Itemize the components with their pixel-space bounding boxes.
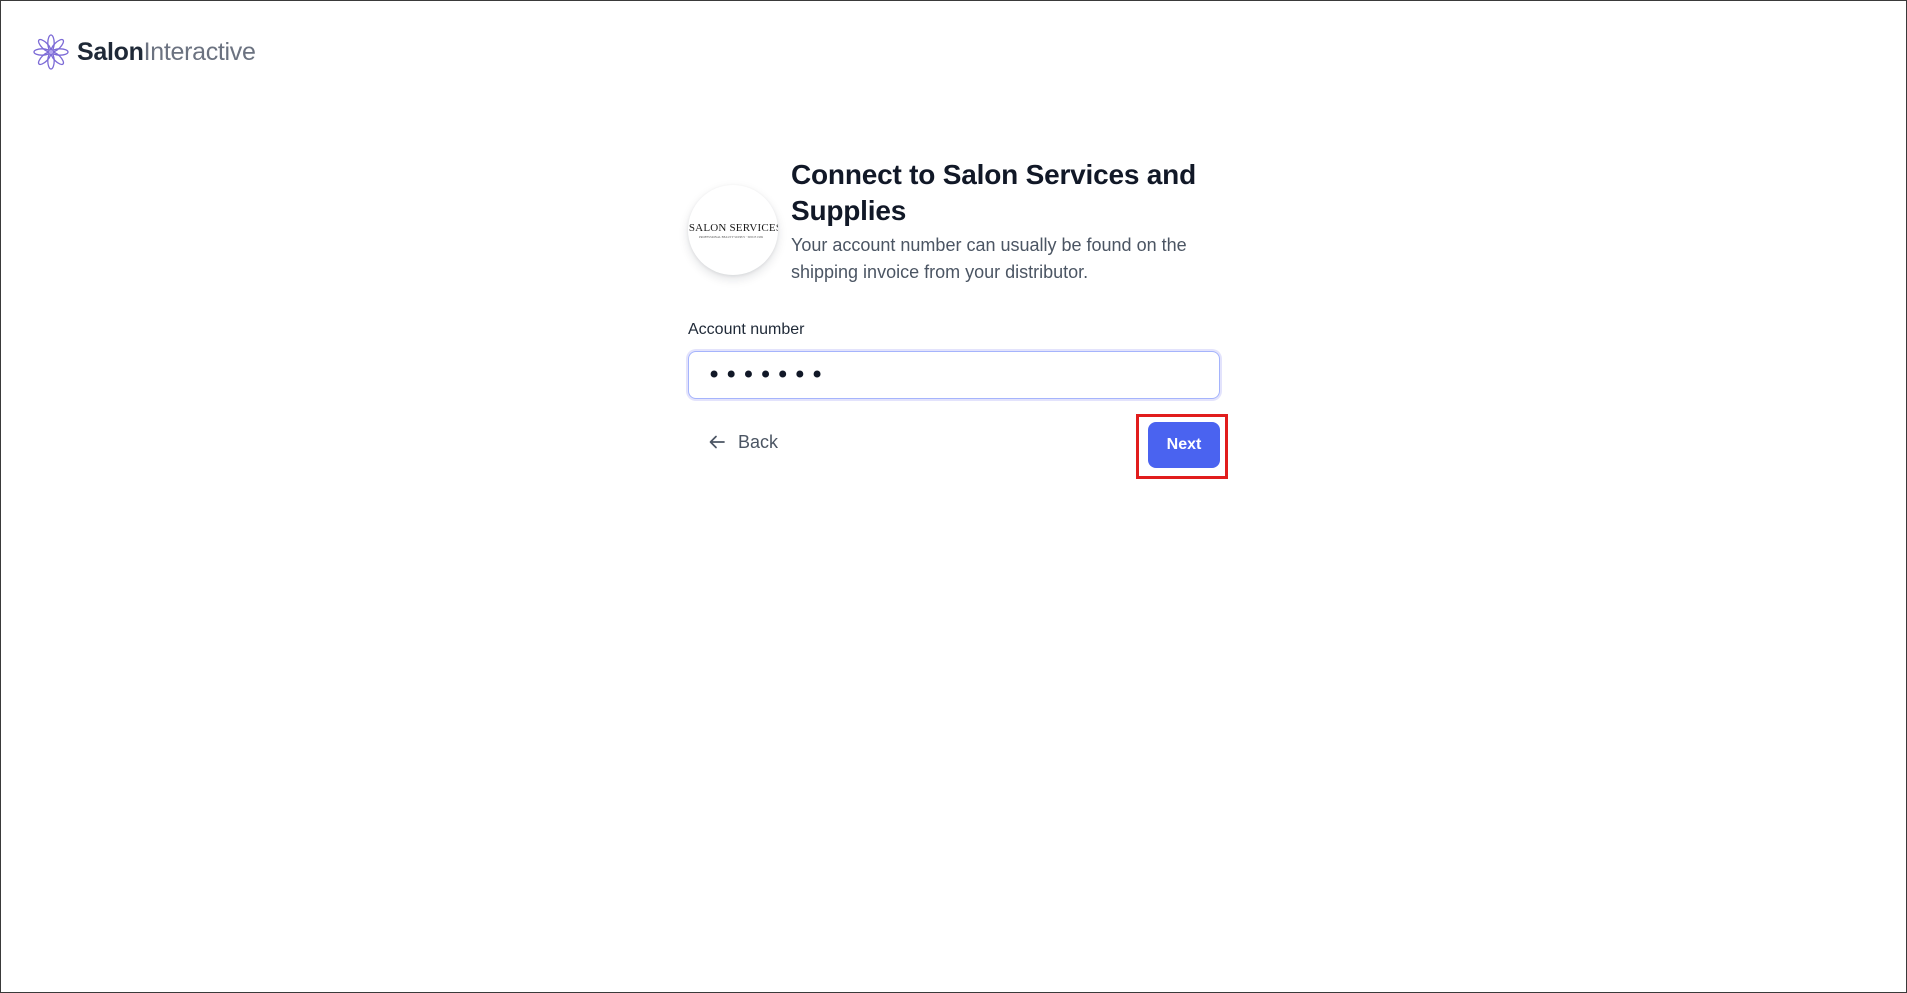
distributor-logo-wordmark: SALON SERVICES [688,221,778,234]
page-subtitle: Your account number can usually be found… [791,235,1187,282]
account-number-label: Account number [688,321,805,338]
distributor-logo-text: SALON SERVICES [688,221,778,234]
arrow-left-icon [709,435,725,449]
form-actions: Back Next [688,414,1228,479]
brand-header[interactable]: SalonInteractive [33,34,256,70]
account-number-input[interactable] [707,361,1201,389]
flower-logo-icon [33,34,69,70]
next-button[interactable]: Next [1148,422,1220,468]
back-button-label: Back [738,431,779,452]
card-header: SALON SERVICES PROFESSIONAL BEAUTY SUPPL… [688,157,1220,286]
brand-name-part1: Salon [77,38,144,66]
brand-name: SalonInteractive [77,34,256,70]
page: SalonInteractive SALON SERVICES PROFESSI… [0,0,1907,993]
distributor-logo: SALON SERVICES PROFESSIONAL BEAUTY SUPPL… [688,185,778,275]
distributor-logo-inner: SALON SERVICES PROFESSIONAL BEAUTY SUPPL… [688,221,778,240]
back-button[interactable]: Back [708,424,778,460]
page-title: Connect to Salon Services and Supplies [791,159,1196,226]
account-number-field[interactable] [688,351,1220,399]
brand-name-part2: Interactive [143,38,256,66]
connect-card: SALON SERVICES PROFESSIONAL BEAUTY SUPPL… [688,157,1228,479]
card-header-text: Connect to Salon Services and Supplies Y… [791,157,1220,286]
distributor-logo-subtext: PROFESSIONAL BEAUTY SUPPLY · SINCE 1969 [698,235,764,239]
